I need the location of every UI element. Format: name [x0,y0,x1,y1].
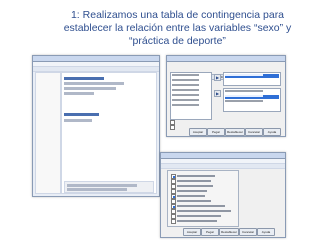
dialog-tabs[interactable]: Tablas de contingencia Estadísticos [170,65,234,80]
cancel-button[interactable]: Cancelar [245,128,263,136]
columns-list[interactable] [223,88,281,112]
syntax-line [67,184,137,187]
list-item[interactable] [172,99,210,103]
syntax-line [64,87,116,90]
syntax-line [64,77,104,80]
dialog-titlebar[interactable] [167,56,285,62]
help-button[interactable]: Ayuda [257,228,275,236]
spss-output-window[interactable] [32,55,160,197]
slide-title-line-2: establecer la relación entre las variabl… [63,22,292,34]
list-item-selected[interactable] [225,95,279,99]
cancel-button[interactable]: Cancelar [239,228,257,236]
reset-button[interactable]: Restablecer [219,228,239,236]
statistics-options-panel[interactable] [167,170,239,227]
ok-button[interactable]: Aceptar [189,128,207,136]
syntax-line [64,119,92,122]
list-item[interactable] [225,90,279,94]
slide-title-line-3: “práctica de deporte” [129,35,226,47]
move-to-rows-button[interactable]: ▶ [214,74,221,81]
list-item[interactable] [172,94,210,98]
help-button[interactable]: Ayuda [263,128,281,136]
paste-button[interactable]: Pegar [207,128,225,136]
ok-button[interactable]: Aceptar [183,228,201,236]
output-viewer-pane[interactable] [61,72,157,194]
checkbox[interactable] [170,125,175,130]
slide-title: 1: Realizamos una tabla de contingencia … [50,9,305,48]
list-item-selected[interactable] [225,74,279,78]
toolbar[interactable] [161,164,285,169]
syntax-line [64,82,124,85]
syntax-line [64,113,99,116]
paste-button[interactable]: Pegar [201,228,219,236]
list-item[interactable] [225,100,279,104]
statistics-dialog[interactable]: Aceptar Pegar Restablecer Cancelar Ayuda [160,152,286,238]
list-item[interactable] [172,79,210,83]
slide-title-line-1: 1: Realizamos una tabla de contingencia … [70,9,285,21]
move-to-columns-button[interactable]: ▶ [214,90,221,97]
command-log [64,181,154,193]
output-navigator-pane[interactable] [35,72,61,194]
syntax-line [67,188,127,191]
list-item[interactable] [172,89,210,93]
list-item[interactable] [172,104,210,108]
crosstabs-dialog[interactable]: Tablas de contingencia Estadísticos ▶ ▶ … [166,55,286,137]
variable-list[interactable] [170,72,212,120]
syntax-line [64,92,94,95]
reset-button[interactable]: Restablecer [225,128,245,136]
list-item[interactable] [172,84,210,88]
list-item[interactable] [172,74,210,78]
rows-list[interactable] [223,72,281,86]
